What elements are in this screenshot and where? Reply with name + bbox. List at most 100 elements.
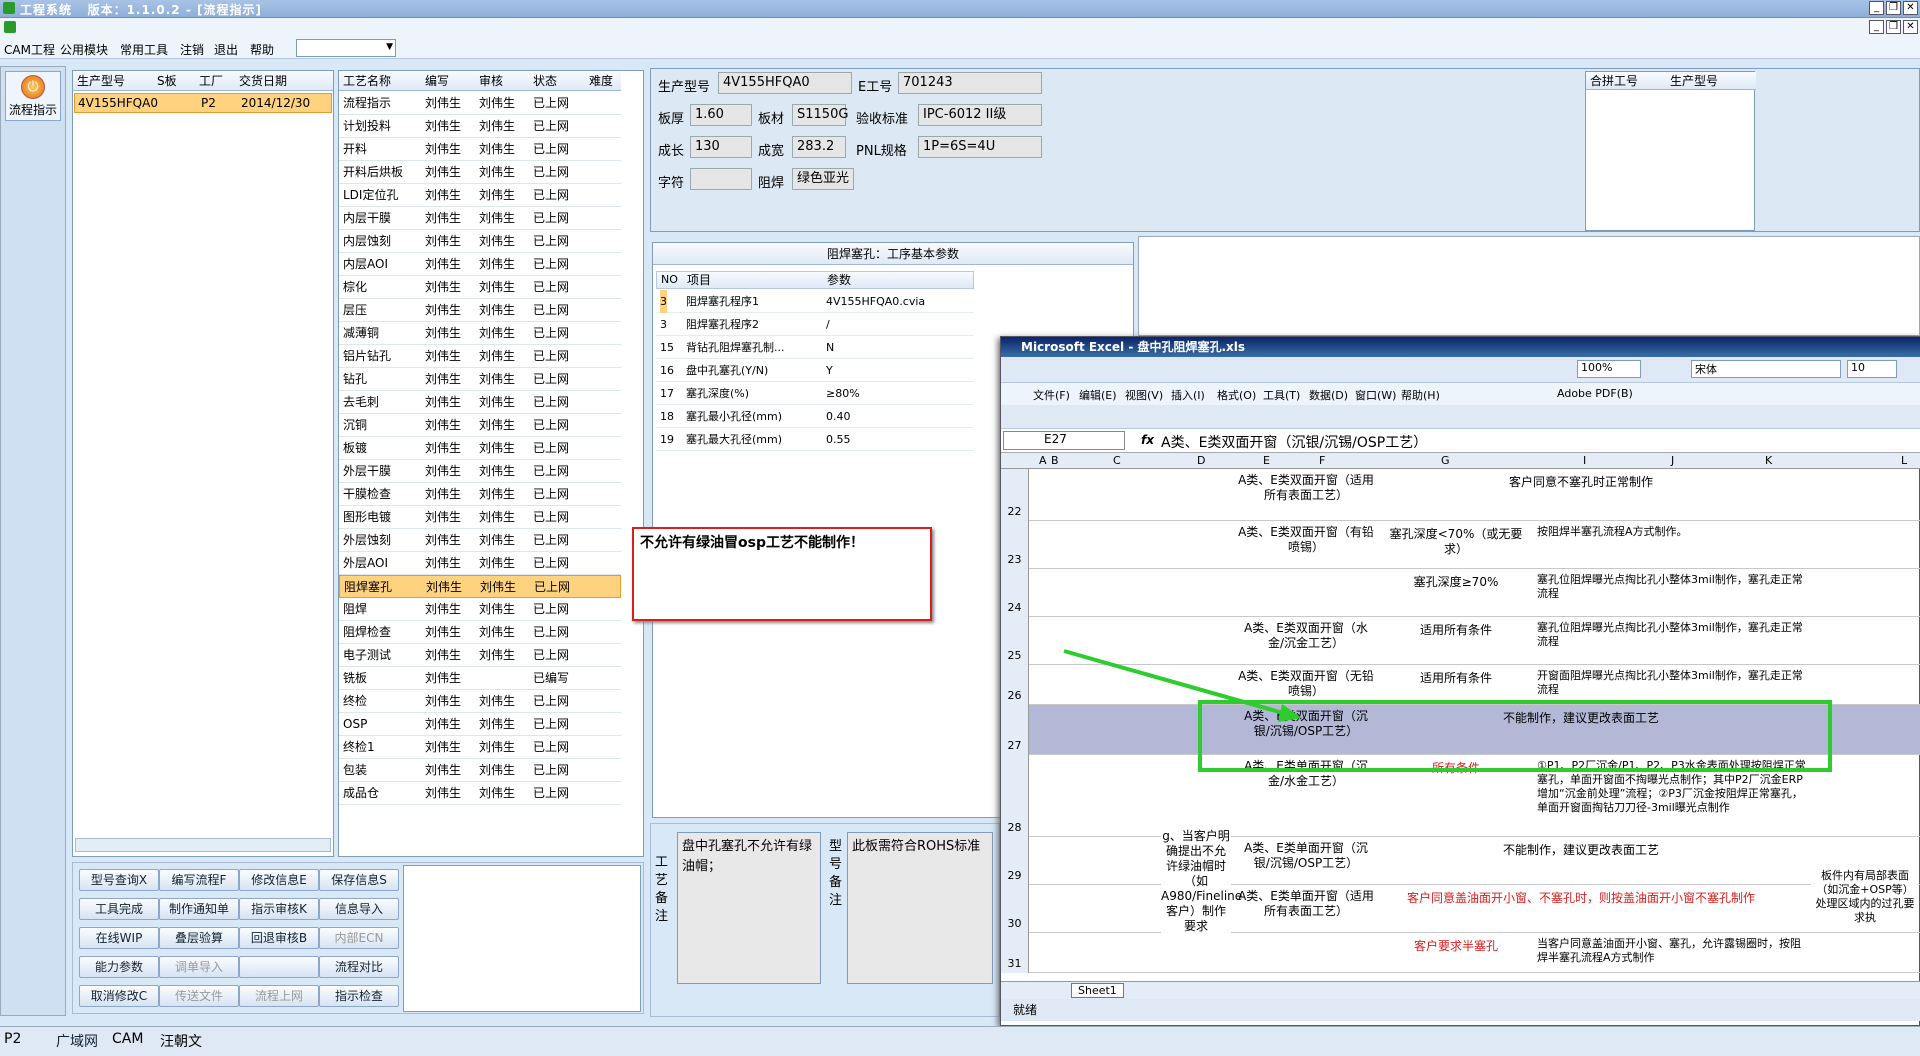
- row-number[interactable]: 29: [1001, 837, 1029, 885]
- menu-cam[interactable]: CAM工程: [4, 41, 55, 58]
- row-number[interactable]: 22: [1001, 469, 1029, 521]
- factory-select[interactable]: P2: [4, 1031, 48, 1051]
- excel-cell-e[interactable]: A类、E类单面开窗（适用所有表面工艺）: [1237, 889, 1375, 919]
- action-button[interactable]: 叠层验算: [159, 927, 239, 949]
- action-button[interactable]: 内部ECN: [319, 927, 399, 949]
- table-row[interactable]: 钻孔 刘伟生 刘伟生 已上网: [339, 368, 621, 391]
- column-header[interactable]: G: [1441, 454, 1450, 467]
- excel-menu-item[interactable]: Adobe PDF(B): [1557, 387, 1633, 400]
- action-button[interactable]: 调单导入: [159, 956, 239, 978]
- col-header[interactable]: 生产型号: [1670, 72, 1718, 90]
- col-header[interactable]: 工艺名称: [343, 71, 391, 91]
- action-button[interactable]: 取消修改C: [79, 985, 159, 1007]
- excel-cell-g[interactable]: 适用所有条件: [1381, 671, 1531, 686]
- excel-menu-item[interactable]: 格式(O): [1217, 387, 1256, 403]
- excel-cell-g[interactable]: 客户要求半塞孔: [1381, 939, 1531, 954]
- action-button[interactable]: 指示审核K: [239, 898, 319, 920]
- col-header[interactable]: 生产型号: [77, 71, 125, 91]
- excel-cell-i[interactable]: 塞孔位阻焊曝光点掏比孔小整体3mil制作，塞孔走正常流程: [1537, 621, 1807, 649]
- excel-cell-i[interactable]: ①P1、P2厂沉金/P1、P2、P3水金表面处理按阻焊正常塞孔，单面开窗面不掏曝…: [1537, 759, 1807, 815]
- action-button[interactable]: 指示检查: [319, 985, 399, 1007]
- action-button[interactable]: 回退审核B: [239, 927, 319, 949]
- action-button[interactable]: 工具完成: [79, 898, 159, 920]
- table-row[interactable]: 内层蚀刻 刘伟生 刘伟生 已上网: [339, 230, 621, 253]
- excel-cell-i[interactable]: 当客户同意盖油面开小窗、塞孔，允许露锡圈时，按阻焊半塞孔流程A方式制作: [1537, 937, 1807, 965]
- excel-cell-e[interactable]: A类、E类双面开窗（有铅喷锡）: [1237, 525, 1375, 555]
- excel-menu-item[interactable]: 编辑(E): [1079, 387, 1117, 403]
- sheet-tab[interactable]: Sheet1: [1071, 983, 1124, 998]
- table-row[interactable]: 阻焊检查 刘伟生 刘伟生 已上网: [339, 621, 621, 644]
- action-button[interactable]: 传送文件: [159, 985, 239, 1007]
- row-number[interactable]: 23: [1001, 521, 1029, 569]
- column-header[interactable]: F: [1319, 454, 1325, 467]
- excel-cell-d[interactable]: g、当客户明确提出不允许绿油帽时（如A980/Fineline客户）制作要求: [1161, 829, 1242, 934]
- flow-button[interactable]: ⏻ 流程指示: [5, 71, 61, 121]
- font-box[interactable]: 宋体: [1691, 360, 1841, 378]
- table-row[interactable]: 阻焊 刘伟生 刘伟生 已上网: [339, 598, 621, 621]
- child-restore-button[interactable]: ❐: [1886, 20, 1901, 34]
- excel-cell-e[interactable]: A类、E类单面开窗（沉金/水金工艺）: [1237, 759, 1375, 789]
- process-remark[interactable]: 盘中孔塞孔不允许有绿油帽；: [677, 832, 821, 984]
- excel-menu-item[interactable]: 视图(V): [1125, 387, 1163, 403]
- col-header[interactable]: 难度: [589, 71, 613, 91]
- excel-menu-item[interactable]: 帮助(H): [1401, 387, 1440, 403]
- excel-cell-e[interactable]: A类、E类双面开窗（沉银/沉锡/OSP工艺）: [1237, 709, 1375, 739]
- table-row[interactable]: 去毛刺 刘伟生 刘伟生 已上网: [339, 391, 621, 414]
- excel-cell-g[interactable]: 适用所有条件: [1381, 623, 1531, 638]
- col-header[interactable]: 项目: [687, 272, 711, 288]
- table-row[interactable]: 流程指示 刘伟生 刘伟生 已上网: [339, 92, 621, 115]
- column-header[interactable]: C: [1113, 454, 1121, 467]
- row-number[interactable]: 25: [1001, 617, 1029, 665]
- action-button[interactable]: 制作通知单: [159, 898, 239, 920]
- table-row[interactable]: 开料后烘板 刘伟生 刘伟生 已上网: [339, 161, 621, 184]
- excel-cell-i[interactable]: 开窗面阻焊曝光点掏比孔小整体3mil制作，塞孔走正常流程: [1537, 669, 1807, 697]
- child-minimize-button[interactable]: _: [1869, 20, 1884, 34]
- table-row[interactable]: 铝片钻孔 刘伟生 刘伟生 已上网: [339, 345, 621, 368]
- action-button[interactable]: [239, 956, 319, 978]
- table-row[interactable]: 减薄铜 刘伟生 刘伟生 已上网: [339, 322, 621, 345]
- table-row[interactable]: 成品仓 刘伟生 刘伟生 已上网: [339, 782, 621, 805]
- action-button[interactable]: 保存信息S: [319, 869, 399, 891]
- table-row[interactable]: 包装 刘伟生 刘伟生 已上网: [339, 759, 621, 782]
- material-field[interactable]: S1150G: [792, 104, 848, 126]
- menu-tools[interactable]: 常用工具: [120, 41, 168, 58]
- column-header[interactable]: L: [1901, 454, 1907, 467]
- menu-combo[interactable]: ▼: [296, 39, 396, 57]
- excel-menu-item[interactable]: 窗口(W): [1355, 387, 1396, 403]
- minimize-button[interactable]: _: [1869, 1, 1884, 15]
- soldermask-field[interactable]: 绿色亚光: [792, 168, 854, 190]
- row-number[interactable]: 31: [1001, 933, 1029, 973]
- excel-cell-e[interactable]: A类、E类双面开窗（水金/沉金工艺）: [1237, 621, 1375, 651]
- table-row[interactable]: 板镀 刘伟生 刘伟生 已上网: [339, 437, 621, 460]
- length-field[interactable]: 130: [690, 136, 752, 158]
- table-row[interactable]: 3 阻焊塞孔程序2 /: [656, 313, 974, 336]
- table-row[interactable]: 15 背钻孔阻焊塞孔制... N: [656, 336, 974, 359]
- action-button[interactable]: 流程对比: [319, 956, 399, 978]
- excel-cell-e[interactable]: A类、E类单面开窗（沉银/沉锡/OSP工艺）: [1237, 841, 1375, 871]
- menu-exit[interactable]: 退出: [214, 41, 238, 58]
- excel-cell-g[interactable]: 客户同意盖油面开小窗、不塞孔时，则按盖油面开小窗不塞孔制作: [1381, 891, 1781, 906]
- taskbar-item[interactable]: 汪朝文: [160, 1031, 202, 1051]
- table-row[interactable]: 4V155HFQA0 P2 2014/12/30: [74, 93, 332, 113]
- column-header[interactable]: E: [1263, 454, 1270, 467]
- table-row[interactable]: 终检1 刘伟生 刘伟生 已上网: [339, 736, 621, 759]
- menu-public[interactable]: 公用模块: [60, 41, 108, 58]
- fontsize-box[interactable]: 10: [1847, 360, 1897, 378]
- table-row[interactable]: 计划投料 刘伟生 刘伟生 已上网: [339, 115, 621, 138]
- menu-logout[interactable]: 注销: [180, 41, 204, 58]
- excel-cell-g[interactable]: 所有条件: [1381, 761, 1531, 776]
- table-row[interactable]: 3 阻焊塞孔程序1 4V155HFQA0.cvia: [656, 290, 974, 313]
- excel-cell-g[interactable]: 客户同意不塞孔时正常制作: [1381, 475, 1781, 490]
- ejob-field[interactable]: 701243: [898, 72, 1042, 94]
- model-field[interactable]: 4V155HFQA0: [718, 72, 852, 94]
- excel-cell-l[interactable]: 板件内有局部表面（如沉金+OSP等）处理区域内的过孔要求执: [1811, 869, 1919, 925]
- row-number[interactable]: 30: [1001, 885, 1029, 933]
- col-header[interactable]: 参数: [827, 272, 851, 288]
- column-header[interactable]: J: [1671, 454, 1674, 467]
- col-header[interactable]: 交货日期: [239, 71, 287, 91]
- table-row[interactable]: 铣板 刘伟生 已编写: [339, 667, 621, 690]
- name-box[interactable]: E27: [1003, 431, 1125, 450]
- column-header[interactable]: I: [1583, 454, 1586, 467]
- table-row[interactable]: 18 塞孔最小孔径(mm) 0.40: [656, 405, 974, 428]
- excel-menu-item[interactable]: 工具(T): [1263, 387, 1300, 403]
